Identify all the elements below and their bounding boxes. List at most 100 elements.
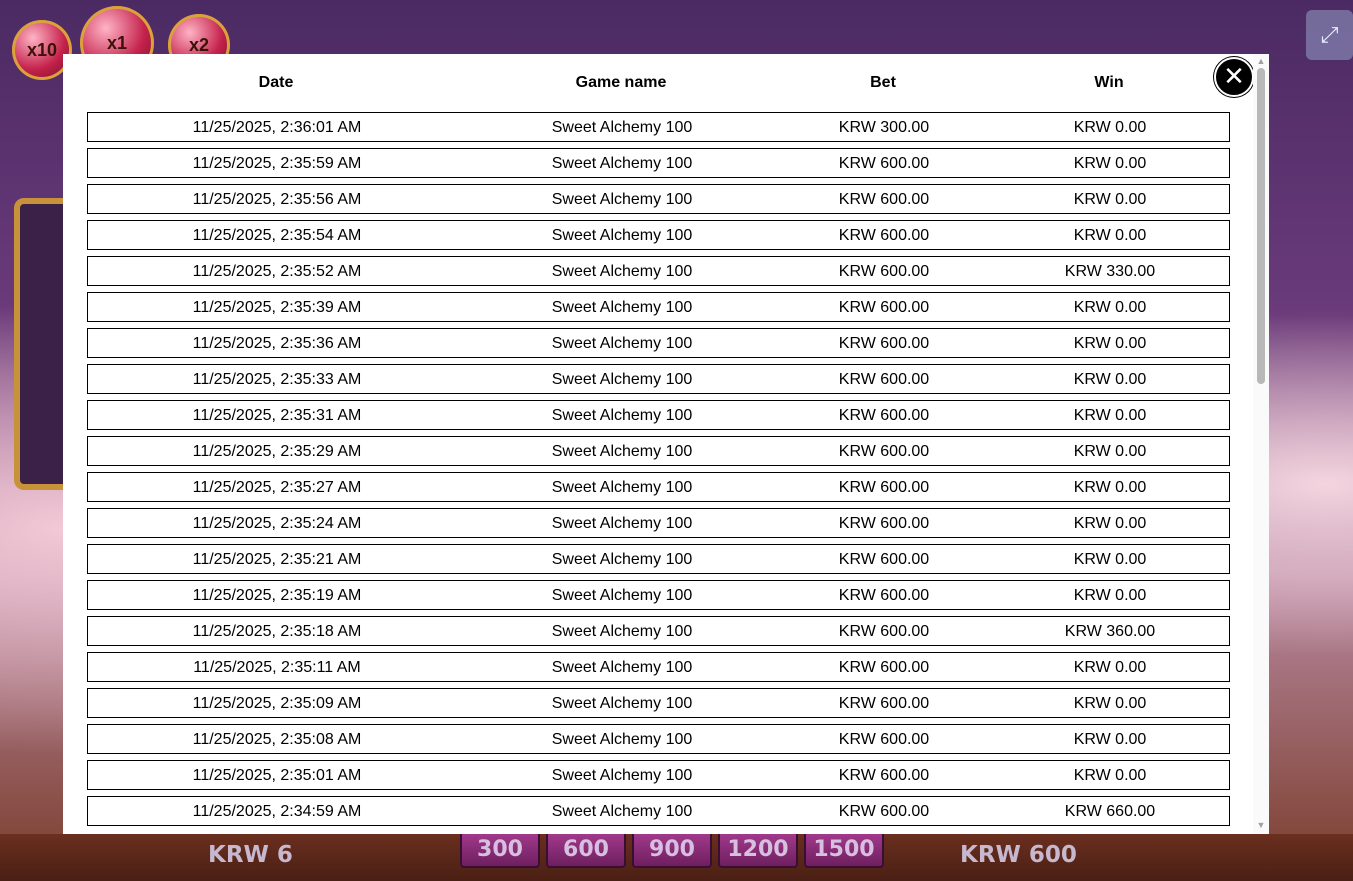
row-game-name: Sweet Alchemy 100: [551, 479, 693, 496]
column-header-bet: Bet: [870, 74, 896, 91]
row-win: KRW 0.00: [1073, 335, 1147, 352]
row-bet: KRW 600.00: [838, 155, 930, 172]
scrollbar-thumb[interactable]: [1257, 68, 1265, 384]
table-row: 11/25/2025, 2:35:08 AM Sweet Alchemy 100 K…: [87, 724, 1230, 754]
row-date: 11/25/2025, 2:35:29 AM: [192, 443, 362, 460]
row-win: KRW 0.00: [1073, 767, 1147, 784]
coin-value-label: KRW 6: [208, 842, 293, 868]
column-header-date: Date: [258, 74, 294, 91]
row-date: 11/25/2025, 2:35:33 AM: [192, 371, 362, 388]
row-date: 11/25/2025, 2:35:36 AM: [192, 335, 362, 352]
table-row: 11/25/2025, 2:36:01 AM Sweet Alchemy 100 K…: [87, 112, 1230, 142]
total-bet-label: KRW 600: [960, 842, 1077, 868]
row-game-name: Sweet Alchemy 100: [551, 767, 693, 784]
table-row: 11/25/2025, 2:35:09 AM Sweet Alchemy 100 K…: [87, 688, 1230, 718]
row-date: 11/25/2025, 2:35:56 AM: [192, 191, 362, 208]
row-win: KRW 330.00: [1064, 263, 1156, 280]
table-row: 11/25/2025, 2:35:24 AM Sweet Alchemy 100 K…: [87, 508, 1230, 538]
bet-option-900[interactable]: 900: [632, 830, 712, 868]
bet-option-1200[interactable]: 1200: [718, 830, 798, 868]
row-game-name: Sweet Alchemy 100: [551, 335, 693, 352]
table-row: 11/25/2025, 2:35:54 AM Sweet Alchemy 100 K…: [87, 220, 1230, 250]
row-game-name: Sweet Alchemy 100: [551, 443, 693, 460]
row-win: KRW 0.00: [1073, 119, 1147, 136]
row-game-name: Sweet Alchemy 100: [551, 731, 693, 748]
row-date: 11/25/2025, 2:35:54 AM: [192, 227, 362, 244]
row-date: 11/25/2025, 2:34:59 AM: [192, 803, 362, 820]
row-game-name: Sweet Alchemy 100: [551, 119, 693, 136]
row-bet: KRW 600.00: [838, 479, 930, 496]
row-bet: KRW 300.00: [838, 119, 930, 136]
table-row: 11/25/2025, 2:35:29 AM Sweet Alchemy 100 K…: [87, 436, 1230, 466]
table-row: 11/25/2025, 2:34:59 AM Sweet Alchemy 100 K…: [87, 796, 1230, 826]
row-date: 11/25/2025, 2:35:39 AM: [192, 299, 362, 316]
row-bet: KRW 600.00: [838, 551, 930, 568]
row-bet: KRW 600.00: [838, 443, 930, 460]
scroll-up-icon[interactable]: ▲: [1256, 56, 1266, 66]
row-bet: KRW 600.00: [838, 803, 930, 820]
row-bet: KRW 600.00: [838, 299, 930, 316]
table-row: 11/25/2025, 2:35:33 AM Sweet Alchemy 100 K…: [87, 364, 1230, 394]
row-bet: KRW 600.00: [838, 263, 930, 280]
close-icon: ✕: [1223, 62, 1245, 92]
row-win: KRW 0.00: [1073, 227, 1147, 244]
row-bet: KRW 600.00: [838, 407, 930, 424]
row-game-name: Sweet Alchemy 100: [551, 263, 693, 280]
row-bet: KRW 600.00: [838, 335, 930, 352]
row-bet: KRW 600.00: [838, 767, 930, 784]
row-win: KRW 0.00: [1073, 299, 1147, 316]
row-game-name: Sweet Alchemy 100: [551, 407, 693, 424]
row-bet: KRW 600.00: [838, 515, 930, 532]
row-date: 11/25/2025, 2:35:31 AM: [192, 407, 362, 424]
bet-option-1500[interactable]: 1500: [804, 830, 884, 868]
row-game-name: Sweet Alchemy 100: [551, 299, 693, 316]
row-game-name: Sweet Alchemy 100: [551, 155, 693, 172]
column-header-game: Game name: [575, 74, 667, 91]
row-date: 11/25/2025, 2:36:01 AM: [192, 119, 362, 136]
row-win: KRW 0.00: [1073, 515, 1147, 532]
row-bet: KRW 600.00: [838, 227, 930, 244]
table-row: 11/25/2025, 2:35:52 AM Sweet Alchemy 100 K…: [87, 256, 1230, 286]
row-bet: KRW 600.00: [838, 695, 930, 712]
row-bet: KRW 600.00: [838, 371, 930, 388]
row-bet: KRW 600.00: [838, 659, 930, 676]
table-row: 11/25/2025, 2:35:39 AM Sweet Alchemy 100 K…: [87, 292, 1230, 322]
table-row: 11/25/2025, 2:35:56 AM Sweet Alchemy 100 K…: [87, 184, 1230, 214]
row-win: KRW 660.00: [1064, 803, 1156, 820]
table-row: 11/25/2025, 2:35:19 AM Sweet Alchemy 100 K…: [87, 580, 1230, 610]
table-row: 11/25/2025, 2:35:27 AM Sweet Alchemy 100 K…: [87, 472, 1230, 502]
close-button[interactable]: ✕: [1214, 57, 1254, 97]
bet-option-600[interactable]: 600: [546, 830, 626, 868]
row-game-name: Sweet Alchemy 100: [551, 587, 693, 604]
row-date: 11/25/2025, 2:35:27 AM: [192, 479, 362, 496]
row-game-name: Sweet Alchemy 100: [551, 191, 693, 208]
history-modal: Date Game name Bet Win 11/25/2025, 2:36:…: [63, 54, 1269, 834]
row-date: 11/25/2025, 2:35:01 AM: [192, 767, 362, 784]
scroll-down-icon[interactable]: ▼: [1256, 820, 1266, 830]
table-row: 11/25/2025, 2:35:18 AM Sweet Alchemy 100 K…: [87, 616, 1230, 646]
row-date: 11/25/2025, 2:35:08 AM: [192, 731, 362, 748]
row-win: KRW 360.00: [1064, 623, 1156, 640]
row-date: 11/25/2025, 2:35:59 AM: [192, 155, 362, 172]
row-game-name: Sweet Alchemy 100: [551, 659, 693, 676]
fullscreen-button[interactable]: ⤢: [1306, 10, 1353, 60]
row-bet: KRW 600.00: [838, 623, 930, 640]
row-win: KRW 0.00: [1073, 443, 1147, 460]
row-date: 11/25/2025, 2:35:24 AM: [192, 515, 362, 532]
table-row: 11/25/2025, 2:35:36 AM Sweet Alchemy 100 K…: [87, 328, 1230, 358]
row-win: KRW 0.00: [1073, 371, 1147, 388]
row-date: 11/25/2025, 2:35:19 AM: [192, 587, 362, 604]
row-win: KRW 0.00: [1073, 479, 1147, 496]
row-date: 11/25/2025, 2:35:11 AM: [193, 659, 361, 676]
row-date: 11/25/2025, 2:35:18 AM: [192, 623, 362, 640]
row-win: KRW 0.00: [1073, 659, 1147, 676]
bet-option-300[interactable]: 300: [460, 830, 540, 868]
row-date: 11/25/2025, 2:35:21 AM: [192, 551, 362, 568]
row-game-name: Sweet Alchemy 100: [551, 227, 693, 244]
row-game-name: Sweet Alchemy 100: [551, 695, 693, 712]
table-row: 11/25/2025, 2:35:01 AM Sweet Alchemy 100 K…: [87, 760, 1230, 790]
row-win: KRW 0.00: [1073, 155, 1147, 172]
row-game-name: Sweet Alchemy 100: [551, 371, 693, 388]
expand-icon: ⤢: [1320, 22, 1339, 47]
scrollbar[interactable]: ▲ ▼: [1253, 54, 1269, 834]
